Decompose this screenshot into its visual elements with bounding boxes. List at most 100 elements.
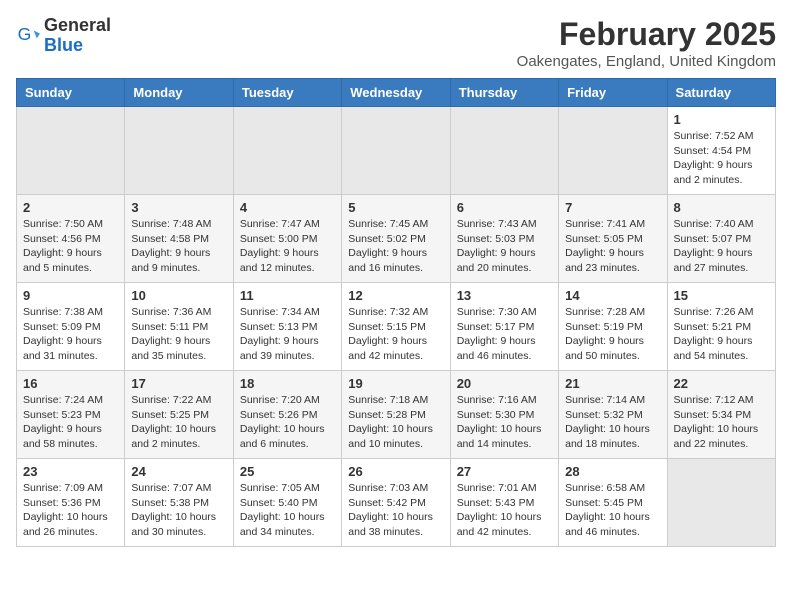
day-number: 1 [674, 112, 769, 127]
calendar-cell: 28 Sunrise: 6:58 AM Sunset: 5:45 PM Dayli… [559, 459, 667, 547]
day-info: Sunrise: 7:43 AM Sunset: 5:03 PM Dayligh… [457, 217, 552, 276]
calendar-cell: 12 Sunrise: 7:32 AM Sunset: 5:15 PM Dayli… [342, 283, 450, 371]
calendar-cell: 10 Sunrise: 7:36 AM Sunset: 5:11 PM Dayli… [125, 283, 233, 371]
day-number: 17 [131, 376, 226, 391]
calendar-cell: 9 Sunrise: 7:38 AM Sunset: 5:09 PM Daylig… [17, 283, 125, 371]
calendar-cell [233, 107, 341, 195]
day-info: Sunrise: 7:20 AM Sunset: 5:26 PM Dayligh… [240, 393, 335, 452]
calendar-cell: 8 Sunrise: 7:40 AM Sunset: 5:07 PM Daylig… [667, 195, 775, 283]
day-info: Sunrise: 7:01 AM Sunset: 5:43 PM Dayligh… [457, 481, 552, 540]
day-number: 2 [23, 200, 118, 215]
weekday-header-wednesday: Wednesday [342, 79, 450, 107]
calendar-cell: 4 Sunrise: 7:47 AM Sunset: 5:00 PM Daylig… [233, 195, 341, 283]
logo-blue-text: Blue [44, 35, 83, 55]
day-number: 28 [565, 464, 660, 479]
calendar-cell: 25 Sunrise: 7:05 AM Sunset: 5:40 PM Dayli… [233, 459, 341, 547]
calendar-cell: 13 Sunrise: 7:30 AM Sunset: 5:17 PM Dayli… [450, 283, 558, 371]
day-info: Sunrise: 7:05 AM Sunset: 5:40 PM Dayligh… [240, 481, 335, 540]
day-number: 26 [348, 464, 443, 479]
calendar-week-3: 9 Sunrise: 7:38 AM Sunset: 5:09 PM Daylig… [17, 283, 776, 371]
day-number: 15 [674, 288, 769, 303]
day-info: Sunrise: 7:16 AM Sunset: 5:30 PM Dayligh… [457, 393, 552, 452]
day-number: 8 [674, 200, 769, 215]
day-number: 24 [131, 464, 226, 479]
calendar-week-2: 2 Sunrise: 7:50 AM Sunset: 4:56 PM Daylig… [17, 195, 776, 283]
day-info: Sunrise: 7:36 AM Sunset: 5:11 PM Dayligh… [131, 305, 226, 364]
day-number: 13 [457, 288, 552, 303]
day-number: 4 [240, 200, 335, 215]
calendar-cell: 21 Sunrise: 7:14 AM Sunset: 5:32 PM Dayli… [559, 371, 667, 459]
calendar-cell: 7 Sunrise: 7:41 AM Sunset: 5:05 PM Daylig… [559, 195, 667, 283]
day-number: 25 [240, 464, 335, 479]
month-title: February 2025 [517, 16, 776, 53]
calendar-cell: 18 Sunrise: 7:20 AM Sunset: 5:26 PM Dayli… [233, 371, 341, 459]
logo-text: General Blue [44, 16, 111, 56]
day-info: Sunrise: 7:34 AM Sunset: 5:13 PM Dayligh… [240, 305, 335, 364]
calendar-cell [342, 107, 450, 195]
calendar-table: SundayMondayTuesdayWednesdayThursdayFrid… [16, 78, 776, 547]
day-number: 9 [23, 288, 118, 303]
calendar-cell [559, 107, 667, 195]
calendar-header-row: SundayMondayTuesdayWednesdayThursdayFrid… [17, 79, 776, 107]
weekday-header-sunday: Sunday [17, 79, 125, 107]
day-info: Sunrise: 7:12 AM Sunset: 5:34 PM Dayligh… [674, 393, 769, 452]
day-number: 19 [348, 376, 443, 391]
weekday-header-friday: Friday [559, 79, 667, 107]
calendar-cell: 15 Sunrise: 7:26 AM Sunset: 5:21 PM Dayli… [667, 283, 775, 371]
calendar-cell: 3 Sunrise: 7:48 AM Sunset: 4:58 PM Daylig… [125, 195, 233, 283]
day-info: Sunrise: 7:50 AM Sunset: 4:56 PM Dayligh… [23, 217, 118, 276]
day-info: Sunrise: 7:40 AM Sunset: 5:07 PM Dayligh… [674, 217, 769, 276]
day-info: Sunrise: 7:30 AM Sunset: 5:17 PM Dayligh… [457, 305, 552, 364]
weekday-header-thursday: Thursday [450, 79, 558, 107]
calendar-cell: 11 Sunrise: 7:34 AM Sunset: 5:13 PM Dayli… [233, 283, 341, 371]
day-info: Sunrise: 7:03 AM Sunset: 5:42 PM Dayligh… [348, 481, 443, 540]
logo-icon: G [16, 24, 40, 48]
day-number: 23 [23, 464, 118, 479]
calendar-cell: 23Sunrise: 7:09 AM Sunset: 5:36 PM Dayli… [17, 459, 125, 547]
day-number: 22 [674, 376, 769, 391]
calendar-cell: 2 Sunrise: 7:50 AM Sunset: 4:56 PM Daylig… [17, 195, 125, 283]
day-info: Sunrise: 7:41 AM Sunset: 5:05 PM Dayligh… [565, 217, 660, 276]
calendar-cell [17, 107, 125, 195]
calendar-cell: 26 Sunrise: 7:03 AM Sunset: 5:42 PM Dayli… [342, 459, 450, 547]
day-info: Sunrise: 7:32 AM Sunset: 5:15 PM Dayligh… [348, 305, 443, 364]
day-number: 18 [240, 376, 335, 391]
day-number: 16 [23, 376, 118, 391]
weekday-header-saturday: Saturday [667, 79, 775, 107]
day-info: Sunrise: 7:22 AM Sunset: 5:25 PM Dayligh… [131, 393, 226, 452]
title-block: February 2025 Oakengates, England, Unite… [517, 16, 776, 70]
day-number: 3 [131, 200, 226, 215]
day-number: 10 [131, 288, 226, 303]
calendar-week-1: 1 Sunrise: 7:52 AM Sunset: 4:54 PM Daylig… [17, 107, 776, 195]
calendar-cell: 24 Sunrise: 7:07 AM Sunset: 5:38 PM Dayli… [125, 459, 233, 547]
day-info: Sunrise: 7:48 AM Sunset: 4:58 PM Dayligh… [131, 217, 226, 276]
day-number: 11 [240, 288, 335, 303]
day-info: Sunrise: 7:47 AM Sunset: 5:00 PM Dayligh… [240, 217, 335, 276]
day-info: Sunrise: 7:24 AM Sunset: 5:23 PM Dayligh… [23, 393, 118, 452]
day-number: 6 [457, 200, 552, 215]
day-info: Sunrise: 7:38 AM Sunset: 5:09 PM Dayligh… [23, 305, 118, 364]
svg-text:G: G [18, 24, 32, 44]
calendar-week-5: 23Sunrise: 7:09 AM Sunset: 5:36 PM Dayli… [17, 459, 776, 547]
page-header: G General Blue February 2025 Oakengates,… [16, 16, 776, 70]
day-number: 12 [348, 288, 443, 303]
calendar-cell: 5Sunrise: 7:45 AM Sunset: 5:02 PM Daylig… [342, 195, 450, 283]
day-info: Sunrise: 7:26 AM Sunset: 5:21 PM Dayligh… [674, 305, 769, 364]
day-info: Sunrise: 7:07 AM Sunset: 5:38 PM Dayligh… [131, 481, 226, 540]
calendar-cell: 20 Sunrise: 7:16 AM Sunset: 5:30 PM Dayli… [450, 371, 558, 459]
day-info: Sunrise: 7:52 AM Sunset: 4:54 PM Dayligh… [674, 129, 769, 188]
day-number: 21 [565, 376, 660, 391]
day-info: Sunrise: 6:58 AM Sunset: 5:45 PM Dayligh… [565, 481, 660, 540]
weekday-header-tuesday: Tuesday [233, 79, 341, 107]
day-info: Sunrise: 7:14 AM Sunset: 5:32 PM Dayligh… [565, 393, 660, 452]
day-info: Sunrise: 7:28 AM Sunset: 5:19 PM Dayligh… [565, 305, 660, 364]
logo-general-text: General [44, 15, 111, 35]
calendar-cell: 14 Sunrise: 7:28 AM Sunset: 5:19 PM Dayli… [559, 283, 667, 371]
day-number: 14 [565, 288, 660, 303]
day-number: 7 [565, 200, 660, 215]
day-number: 20 [457, 376, 552, 391]
calendar-cell: 19Sunrise: 7:18 AM Sunset: 5:28 PM Dayli… [342, 371, 450, 459]
calendar-week-4: 16 Sunrise: 7:24 AM Sunset: 5:23 PM Dayli… [17, 371, 776, 459]
calendar-cell [125, 107, 233, 195]
logo: G General Blue [16, 16, 111, 56]
